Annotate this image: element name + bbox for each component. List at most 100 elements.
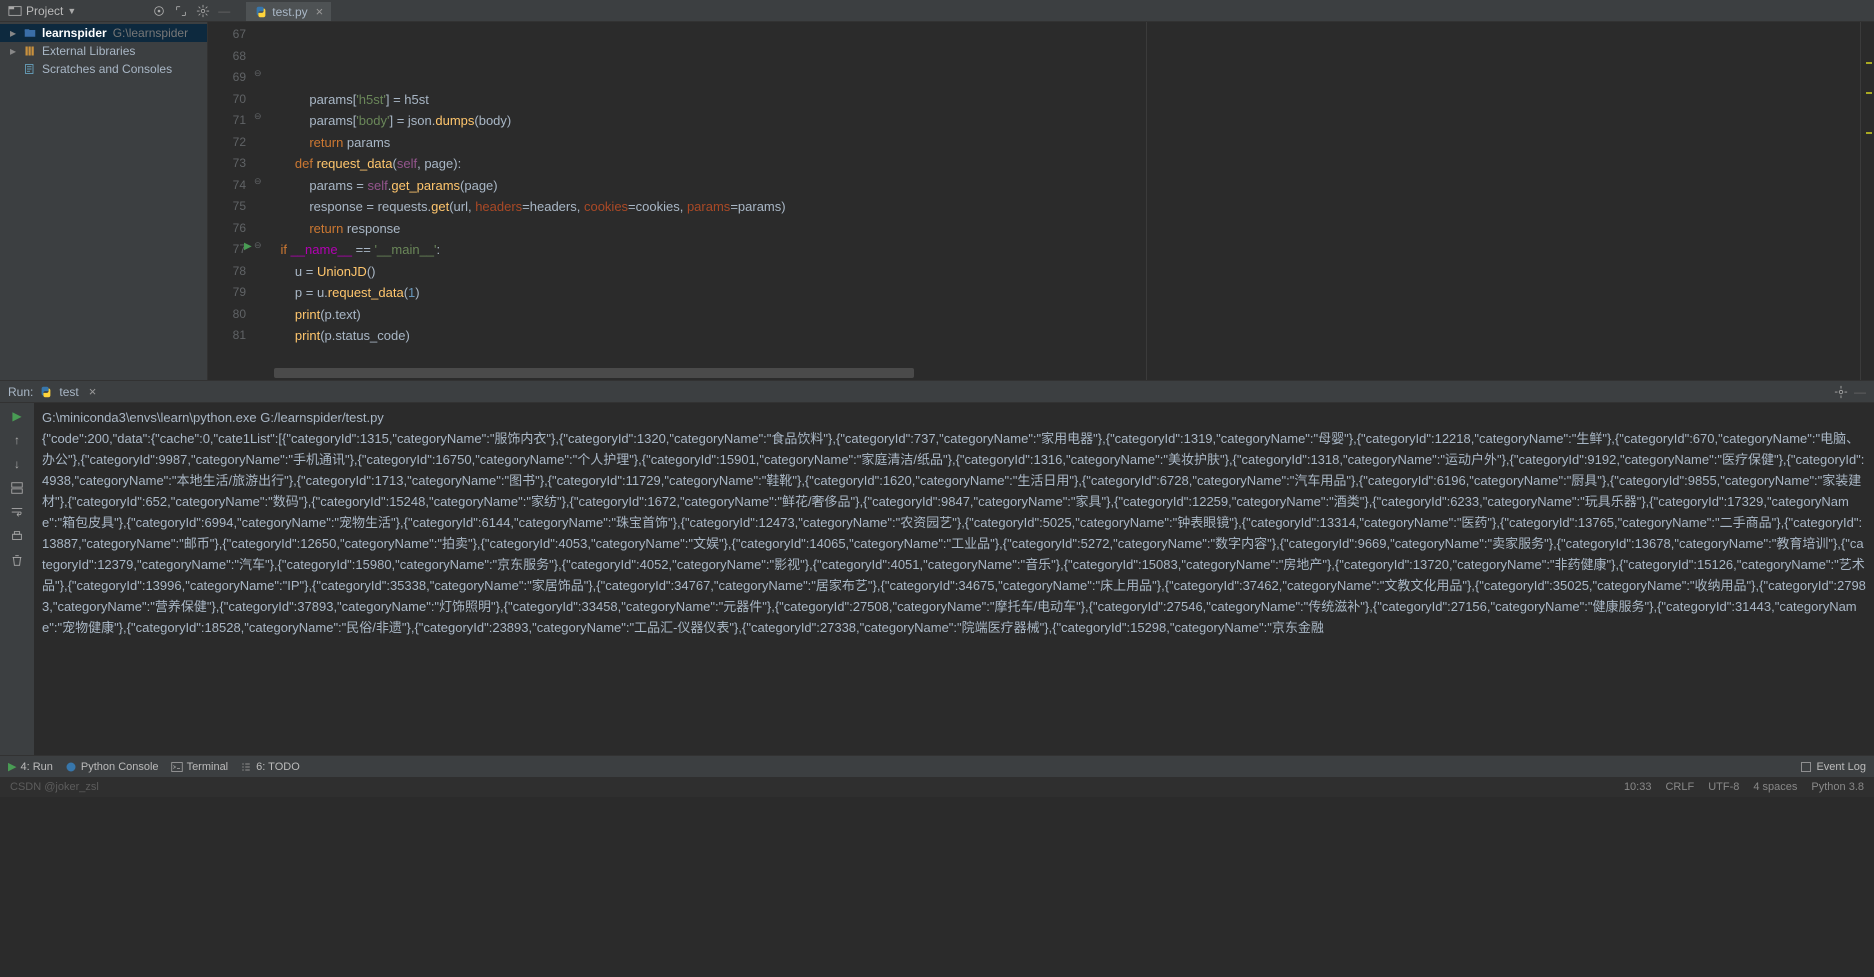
line-number: 67	[208, 24, 246, 46]
code-line[interactable]: return params	[266, 132, 1860, 154]
tree-root-label: learnspider	[42, 26, 107, 40]
project-tool-button[interactable]: Project ▼	[0, 0, 84, 21]
line-number: 77	[208, 239, 246, 261]
event-log-button[interactable]: Event Log	[1800, 761, 1866, 773]
python-file-icon	[254, 5, 268, 19]
tree-scratches[interactable]: Scratches and Consoles	[0, 60, 207, 78]
code-line[interactable]: def request_data(self, page):	[266, 153, 1860, 175]
code-line[interactable]: if __name__ == '__main__':	[266, 239, 1860, 261]
chevron-right-icon: ▸	[10, 44, 18, 58]
bottom-toolbar: ▶ 4: Run Python Console Terminal 6: TODO…	[0, 755, 1874, 777]
run-header: Run: test × —	[0, 381, 1874, 403]
indent-info[interactable]: 4 spaces	[1753, 781, 1797, 793]
python-file-icon	[39, 385, 53, 399]
line-number: 70	[208, 89, 246, 111]
tree-external-libraries[interactable]: ▸ External Libraries	[0, 42, 207, 60]
todo-icon	[240, 761, 252, 773]
console-text: {"code":200,"data":{"cache":0,"cate1List…	[42, 428, 1866, 638]
close-icon[interactable]: ×	[316, 4, 324, 19]
line-number: 76	[208, 218, 246, 240]
scratch-icon	[24, 63, 36, 75]
tree-scratch-label: Scratches and Consoles	[42, 62, 172, 76]
status-bar: CSDN @joker_zsl 10:33 CRLF UTF-8 4 space…	[0, 777, 1874, 797]
caret-position[interactable]: 10:33	[1624, 781, 1652, 793]
python-console-button[interactable]: Python Console	[65, 761, 159, 773]
todo-button[interactable]: 6: TODO	[240, 761, 300, 773]
folder-icon	[24, 27, 36, 39]
run-label: Run:	[8, 385, 33, 399]
top-toolbar: Project ▼ — test.py ×	[0, 0, 1874, 22]
line-number: 74	[208, 175, 246, 197]
main-area: ▸ learnspider G:\learnspider ▸ External …	[0, 22, 1874, 380]
error-stripe[interactable]	[1860, 22, 1874, 380]
line-number: 68	[208, 46, 246, 68]
code-line[interactable]: return response	[266, 218, 1860, 240]
console-output[interactable]: G:\miniconda3\envs\learn\python.exe G:/l…	[34, 403, 1874, 755]
chevron-down-icon: ▼	[67, 6, 76, 16]
run-gutter: ▶ ↑ ↓	[0, 403, 34, 755]
code-line[interactable]: response = requests.get(url, headers=hea…	[266, 196, 1860, 218]
watermark: CSDN @joker_zsl	[10, 781, 99, 793]
code-line[interactable]: params['h5st'] = h5st	[266, 89, 1860, 111]
run-icon: ▶	[8, 760, 16, 773]
line-number: 71	[208, 110, 246, 132]
line-number: 80	[208, 304, 246, 326]
line-number: 81	[208, 325, 246, 347]
tree-ext-label: External Libraries	[42, 44, 135, 58]
horizontal-scrollbar[interactable]	[274, 368, 914, 378]
expand-icon[interactable]	[174, 4, 188, 18]
run-config-name: test	[59, 385, 78, 399]
project-sidebar: ▸ learnspider G:\learnspider ▸ External …	[0, 22, 208, 380]
right-margin	[1146, 22, 1147, 380]
line-separator[interactable]: CRLF	[1665, 781, 1694, 793]
tree-root[interactable]: ▸ learnspider G:\learnspider	[0, 24, 207, 42]
library-icon	[24, 45, 36, 57]
close-icon[interactable]: ×	[89, 384, 97, 399]
python-icon	[65, 761, 77, 773]
target-icon[interactable]	[152, 4, 166, 18]
run-gutter-icon[interactable]: ▶	[244, 241, 252, 252]
down-icon[interactable]: ↓	[10, 457, 24, 471]
project-label: Project	[26, 4, 63, 18]
code-line[interactable]: p = u.request_data(1)	[266, 282, 1860, 304]
project-icon	[8, 4, 22, 18]
code-line[interactable]: print(p.text)	[266, 304, 1860, 326]
gear-icon[interactable]	[1834, 385, 1848, 399]
code-line[interactable]: params = self.get_params(page)	[266, 175, 1860, 197]
code-line[interactable]: params['body'] = json.dumps(body)	[266, 110, 1860, 132]
line-number: 69	[208, 67, 246, 89]
trash-icon[interactable]	[10, 553, 24, 567]
file-tab[interactable]: test.py ×	[246, 0, 331, 21]
file-encoding[interactable]: UTF-8	[1708, 781, 1739, 793]
terminal-icon	[171, 761, 183, 773]
fold-icon[interactable]: ⊖	[254, 240, 262, 251]
code-editor[interactable]: 676869707172737475767778798081 ⊖⊖⊖⊖▶ par…	[208, 22, 1874, 380]
layout-icon[interactable]	[10, 481, 24, 495]
up-icon[interactable]: ↑	[10, 433, 24, 447]
run-tool-button[interactable]: ▶ 4: Run	[8, 760, 53, 773]
fold-icon[interactable]: ⊖	[254, 111, 262, 122]
console-cmd: G:\miniconda3\envs\learn\python.exe G:/l…	[42, 407, 1866, 428]
gear-icon[interactable]	[196, 4, 210, 18]
terminal-button[interactable]: Terminal	[171, 761, 229, 773]
wrap-icon[interactable]	[10, 505, 24, 519]
fold-icon[interactable]: ⊖	[254, 176, 262, 187]
fold-icon[interactable]: ⊖	[254, 68, 262, 79]
tree-root-path: G:\learnspider	[113, 26, 188, 40]
tab-file-label: test.py	[272, 5, 307, 19]
python-interpreter[interactable]: Python 3.8	[1811, 781, 1864, 793]
line-number: 79	[208, 282, 246, 304]
code-line[interactable]: print(p.status_code)	[266, 325, 1860, 347]
line-number: 73	[208, 153, 246, 175]
print-icon[interactable]	[10, 529, 24, 543]
line-number: 75	[208, 196, 246, 218]
line-number: 72	[208, 132, 246, 154]
rerun-icon[interactable]: ▶	[10, 409, 24, 423]
code-area[interactable]: params['h5st'] = h5st params['body'] = j…	[266, 22, 1860, 380]
line-gutter: 676869707172737475767778798081	[208, 22, 252, 380]
fold-column: ⊖⊖⊖⊖▶	[252, 22, 266, 380]
run-tool-window: Run: test × — ▶ ↑ ↓ G:\miniconda3\envs\l…	[0, 380, 1874, 755]
code-line[interactable]: u = UnionJD()	[266, 261, 1860, 283]
event-log-icon	[1800, 761, 1812, 773]
chevron-right-icon: ▸	[10, 26, 18, 40]
